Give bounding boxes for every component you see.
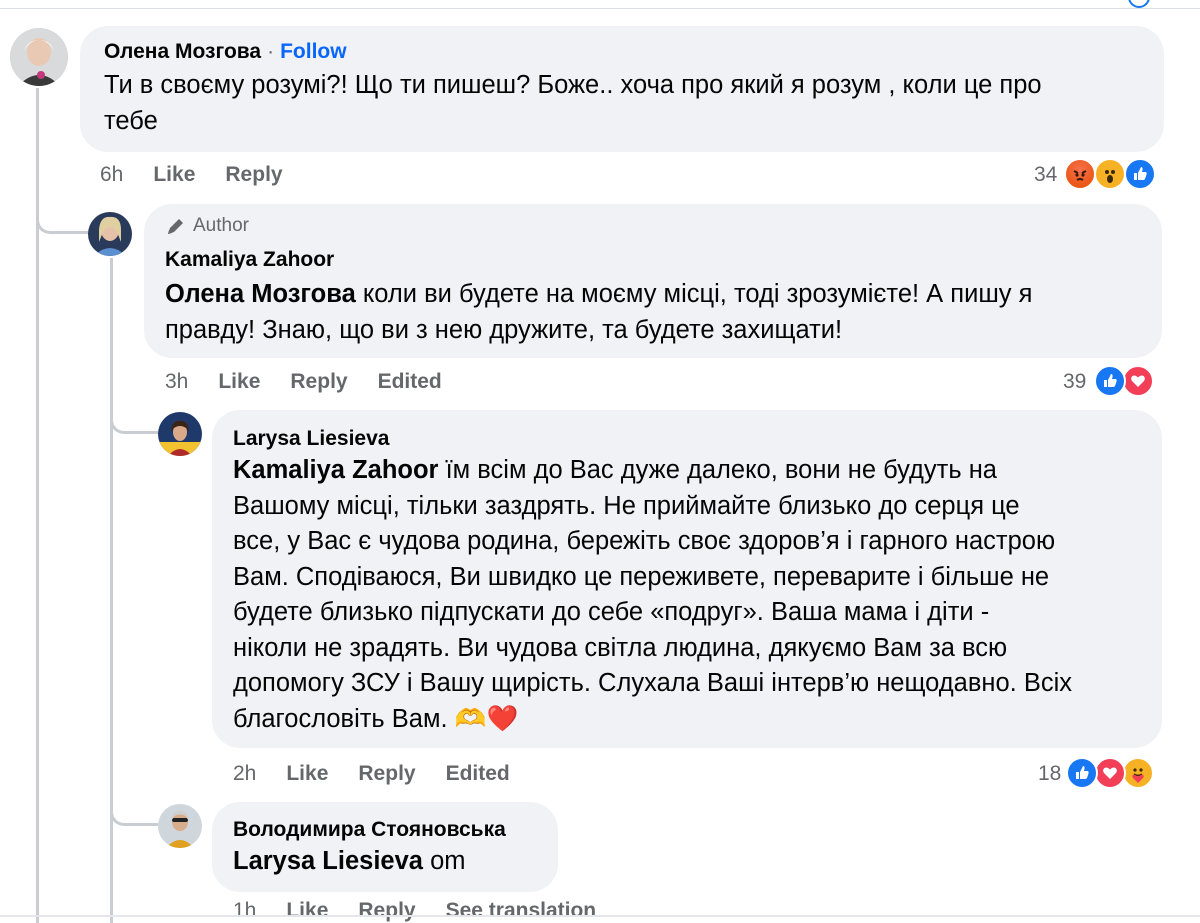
comment-actions-kamaliya: 3h Like Reply Edited	[165, 370, 442, 394]
comment-text: Ти в своєму розумі?! Що ти пишеш? Боже..…	[104, 68, 1154, 139]
comment-text-line: все, у Вас є чудова родина, бережіть сво…	[233, 527, 1056, 555]
comment-text: Олена Мозгова коли ви будете на моєму мі…	[165, 277, 1155, 348]
timestamp[interactable]: 2h	[233, 762, 256, 786]
reply-button[interactable]: Reply	[358, 899, 415, 923]
partial-icon	[1128, 0, 1150, 8]
follow-button[interactable]: Follow	[280, 40, 347, 64]
comment-text-line: om	[430, 847, 466, 875]
bottom-divider	[0, 915, 1200, 917]
like-reaction-icon	[1066, 757, 1098, 789]
reaction-count[interactable]: 18	[1038, 762, 1061, 786]
avatar-kamaliya[interactable]	[88, 212, 132, 256]
author-name[interactable]: Олена Мозгова	[104, 40, 261, 64]
reaction-count[interactable]: 34	[1034, 163, 1057, 187]
comment-text-line: допомогу ЗСУ і Вашу щирість. Слухала Ваш…	[233, 669, 1073, 697]
comment-text: Kamaliya Zahoor їм всім до Вас дуже дале…	[233, 453, 1158, 737]
author-badge: Author	[165, 215, 249, 237]
avatar-volodymyra[interactable]	[158, 804, 202, 848]
comment-actions-larysa: 2h Like Reply Edited	[233, 762, 510, 786]
reaction-summary-larysa[interactable]	[1066, 757, 1160, 789]
reaction-summary-olena[interactable]	[1064, 158, 1160, 190]
care-reaction-icon	[1122, 757, 1154, 789]
see-translation-link[interactable]: See translation	[446, 899, 597, 923]
thread-connector-3	[110, 790, 158, 826]
avatar-portrait	[10, 28, 68, 86]
like-button[interactable]: Like	[153, 163, 195, 187]
author-name[interactable]: Володимира Стояновська	[233, 818, 506, 842]
timestamp[interactable]: 3h	[165, 370, 188, 394]
angry-reaction-icon	[1064, 158, 1096, 190]
avatar-portrait	[88, 212, 132, 256]
avatar-olena[interactable]	[10, 28, 68, 86]
comment-text-line: будете близько підпускати до себе «подру…	[233, 598, 990, 626]
comment-text-line: коли ви будете на моєму місці, тоді зроз…	[362, 280, 1033, 308]
comment-text-line: їм всім до Вас дуже далеко, вони не буду…	[445, 456, 997, 484]
mention-link[interactable]: Larysa Liesieva	[233, 847, 423, 875]
reply-button[interactable]: Reply	[290, 370, 347, 394]
reply-button[interactable]: Reply	[358, 762, 415, 786]
timestamp[interactable]: 6h	[100, 163, 123, 187]
comment-text-line: правду! Знаю, що ви з нею дружите, та бу…	[165, 315, 843, 344]
avatar-larysa[interactable]	[158, 412, 202, 456]
reaction-count[interactable]: 39	[1063, 370, 1086, 394]
thread-connector-1	[36, 200, 88, 234]
timestamp[interactable]: 1h	[233, 899, 256, 923]
like-reaction-icon	[1094, 365, 1126, 397]
emoji: 🫶❤️	[454, 704, 519, 733]
comment-actions-volodymyra: 1h Like Reply See translation	[233, 899, 596, 923]
comment-text: Larysa Liesieva om	[233, 844, 553, 880]
comment-text-line: тебе	[104, 106, 158, 135]
mention-link[interactable]: Kamaliya Zahoor	[233, 456, 438, 484]
love-reaction-icon	[1094, 757, 1126, 789]
edited-label[interactable]: Edited	[378, 370, 442, 394]
top-divider	[0, 8, 1200, 9]
comment-header-olena: Олена Мозгова · Follow	[104, 40, 347, 64]
thread-line-reply	[110, 258, 113, 923]
thread-connector-2	[110, 400, 158, 434]
comment-actions-olena: 6h Like Reply	[100, 163, 283, 187]
like-button[interactable]: Like	[286, 899, 328, 923]
comment-text-line: Вашому місці, тільки заздрять. Не прийма…	[233, 491, 1020, 520]
comment-text-line: ніколи не зрадять. Ви чудова світла люди…	[233, 633, 1008, 662]
avatar-portrait	[158, 412, 202, 456]
edited-label[interactable]: Edited	[446, 762, 510, 786]
author-name[interactable]: Larysa Liesieva	[233, 427, 389, 451]
mention-link[interactable]: Олена Мозгова	[165, 280, 356, 308]
like-reaction-icon	[1124, 158, 1156, 190]
comment-text-line: благословіть Вам.	[233, 704, 448, 733]
author-name[interactable]: Kamaliya Zahoor	[165, 248, 334, 272]
wow-reaction-icon	[1094, 158, 1126, 190]
separator-dot: ·	[267, 40, 275, 63]
author-badge-label: Author	[193, 215, 249, 236]
like-button[interactable]: Like	[218, 370, 260, 394]
comment-text-line: Вам. Сподіваюся, Ви швидко це переживете…	[233, 562, 1050, 591]
reply-button[interactable]: Reply	[225, 163, 282, 187]
avatar-portrait	[158, 804, 202, 848]
pen-icon	[168, 219, 183, 234]
reaction-summary-kamaliya[interactable]	[1094, 365, 1158, 397]
love-reaction-icon	[1122, 365, 1154, 397]
like-button[interactable]: Like	[286, 762, 328, 786]
comment-text-line: Ти в своєму розумі?! Що ти пишеш? Боже..…	[104, 71, 1042, 99]
